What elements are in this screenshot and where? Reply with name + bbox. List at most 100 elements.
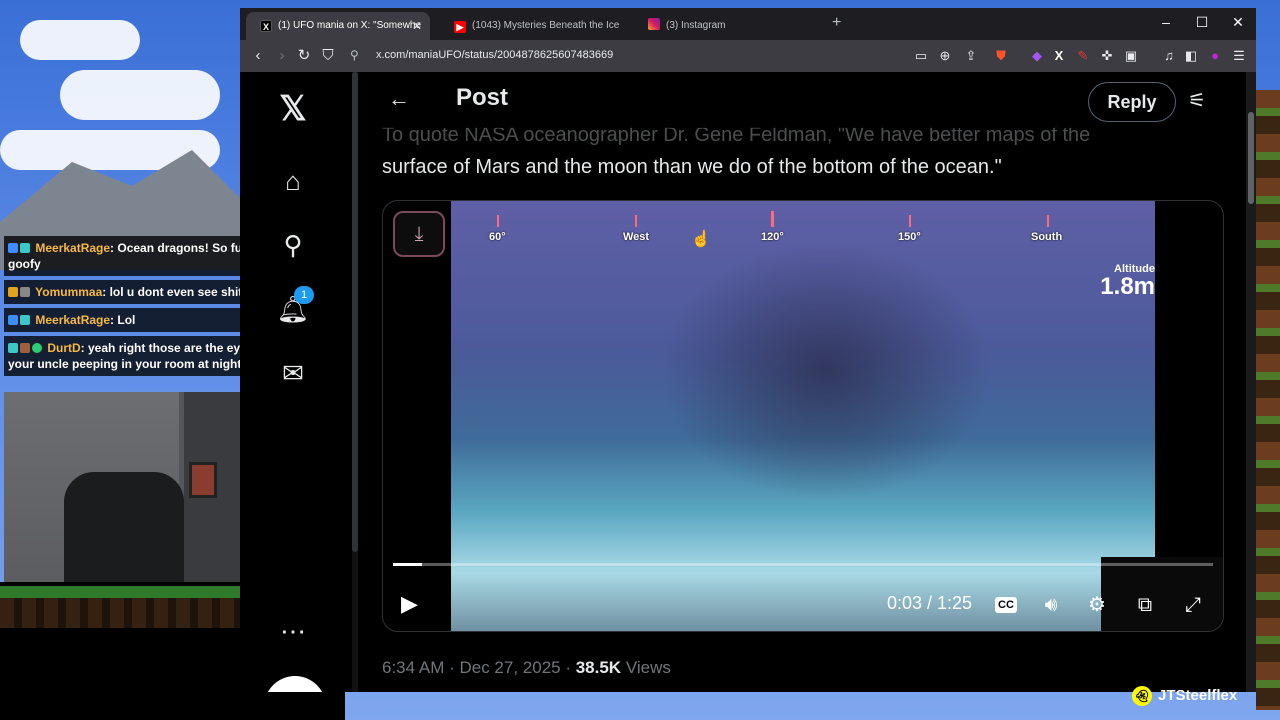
site-info-icon[interactable]: ⚲	[350, 48, 359, 62]
page-title: Post	[456, 84, 509, 111]
music-icon[interactable]: ♫	[1160, 47, 1178, 65]
snapchat-icon: 👻︎	[1132, 686, 1152, 706]
reply-button[interactable]: Reply	[1088, 82, 1176, 122]
menu-icon[interactable]: ☰	[1230, 47, 1248, 65]
url-input[interactable]	[376, 49, 876, 61]
page-scrollbar[interactable]	[1246, 72, 1256, 692]
webcam-chair	[64, 472, 184, 582]
home-icon[interactable]: ⌂	[276, 164, 310, 198]
compass-tick	[909, 215, 911, 227]
youtube-icon: ▶	[454, 21, 466, 33]
chat-message: DurtD: yeah right those are the eyes of …	[4, 336, 280, 376]
cloud	[60, 70, 220, 120]
video-player[interactable]: ⤓ 60° West 120° 150° South Altitude 1.8m…	[382, 200, 1224, 632]
back-icon[interactable]: ‹	[248, 46, 268, 66]
download-icon[interactable]: ⤓	[393, 211, 445, 257]
tab-label: (1) UFO mania on X: "Somewhe	[278, 20, 422, 31]
profile-icon[interactable]: ●	[1206, 47, 1224, 65]
screen-icon[interactable]: ▭	[912, 47, 930, 65]
chat-username: Yomummaa	[35, 285, 103, 299]
badge-icon	[8, 343, 18, 353]
view-count: 38.5K	[575, 658, 622, 677]
post-timestamp[interactable]: 6:34 AM · Dec 27, 2025 ·	[382, 658, 576, 677]
hand-cursor-icon: ☝	[691, 231, 711, 248]
wallet-icon[interactable]: ▣	[1122, 47, 1140, 65]
dark-shape	[661, 241, 991, 501]
game-terrain	[1256, 90, 1280, 710]
post-text: surface of Mars and the moon than we do …	[382, 156, 1002, 178]
instagram-icon	[648, 18, 660, 30]
back-arrow-icon[interactable]: ←	[388, 86, 410, 112]
chat-username: MeerkatRage	[35, 241, 111, 255]
browser-toolbar: ‹ › ↻ ⛉ ⚲ ▭ ⊕ ⇪ ⛊ ◆ X ✎ ✜ ▣ ♫ ◧ ● ☰	[240, 40, 1256, 72]
extension-icon[interactable]: ◆	[1028, 47, 1046, 65]
minimize-icon[interactable]: –	[1158, 14, 1174, 30]
brave-shield-icon[interactable]: ⛊	[992, 47, 1010, 65]
badge-icon	[20, 343, 30, 353]
compass-tick	[635, 215, 637, 227]
x-logo-icon[interactable]: 𝕏	[276, 92, 310, 126]
tab-instagram[interactable]: (3) Instagram	[634, 12, 818, 40]
badge-icon	[8, 243, 18, 253]
chat-message: MeerkatRage: Ocean dragons! So fucking g…	[4, 236, 280, 276]
badge-icon	[8, 315, 18, 325]
messages-icon[interactable]: ✉	[276, 356, 310, 390]
badge-icon	[8, 287, 18, 297]
more-icon[interactable]: ⋯	[276, 614, 310, 648]
tab-label: (3) Instagram	[666, 20, 726, 31]
browser-window: X (1) UFO mania on X: "Somewhe ✕ ▶ (1043) …	[240, 8, 1256, 692]
address-bar[interactable]: ⚲	[340, 44, 900, 68]
streamer-tag: 👻︎ JTSteelflex	[1132, 686, 1237, 706]
x-sidebar: 𝕏 ⌂ ⚲ 🔔︎ 1 ✉ ⋯	[240, 72, 350, 692]
pip-icon[interactable]: ⧉	[1131, 591, 1159, 619]
badge-icon	[20, 287, 30, 297]
new-tab-button[interactable]: +	[832, 14, 841, 32]
extension-icon[interactable]: ✎	[1074, 47, 1092, 65]
filter-icon[interactable]: ⚟	[1188, 88, 1206, 113]
video-frame[interactable]: 60° West 120° 150° South Altitude 1.8m ☝	[451, 201, 1223, 631]
chat-text: : lol u dont even see shit	[102, 285, 243, 299]
sidebar-icon[interactable]: ◧	[1182, 47, 1200, 65]
x-page: 𝕏 ⌂ ⚲ 🔔︎ 1 ✉ ⋯ ← Post Reply ⚟ To quote N…	[240, 72, 1256, 692]
post-column: ← Post Reply ⚟ To quote NASA oceanograph…	[358, 72, 1246, 692]
fullscreen-icon[interactable]: ⤢	[1179, 591, 1207, 619]
tab-x-post[interactable]: X (1) UFO mania on X: "Somewhe ✕	[246, 12, 430, 40]
volume-icon[interactable]: 🔊︎	[1037, 591, 1065, 619]
views-label: Views	[621, 658, 671, 677]
compass-label: 60°	[489, 231, 506, 243]
chat-text: : Lol	[110, 313, 136, 327]
webcam-picture-frame	[189, 462, 217, 498]
reload-icon[interactable]: ↻	[294, 46, 314, 66]
chat-message: MeerkatRage: Lol	[4, 308, 280, 332]
compass-label: 150°	[898, 231, 921, 243]
forward-icon[interactable]: ›	[272, 46, 292, 66]
captions-button[interactable]: CC	[995, 597, 1017, 613]
tab-bar: X (1) UFO mania on X: "Somewhe ✕ ▶ (1043) …	[240, 8, 1256, 40]
streamer-name: JTSteelflex	[1158, 687, 1238, 704]
video-progress-bar[interactable]	[393, 563, 1213, 566]
maximize-icon[interactable]: ☐	[1194, 14, 1210, 31]
settings-gear-icon[interactable]: ⚙	[1083, 591, 1111, 619]
bookmark-icon[interactable]: ⛉	[318, 46, 338, 66]
scrollbar-thumb[interactable]	[1248, 112, 1254, 204]
progress-fill	[393, 563, 422, 566]
chat-username: DurtD	[47, 341, 81, 355]
tab-youtube[interactable]: ▶ (1043) Mysteries Beneath the Ice	[440, 12, 624, 40]
badge-icon	[32, 343, 42, 353]
cloud	[20, 20, 140, 60]
puzzle-icon[interactable]: ✜	[1098, 47, 1116, 65]
zoom-icon[interactable]: ⊕	[936, 47, 954, 65]
x-logo-icon: X	[260, 20, 272, 32]
account-avatar[interactable]	[264, 676, 326, 692]
close-icon[interactable]: ✕	[412, 12, 422, 40]
stream-chat: MeerkatRage: Ocean dragons! So fucking g…	[4, 236, 280, 380]
post-meta: 6:34 AM · Dec 27, 2025 · 38.5K Views	[382, 658, 671, 678]
compass-label: West	[623, 231, 650, 243]
compass-label: 120°	[761, 231, 784, 243]
search-icon[interactable]: ⚲	[276, 228, 310, 262]
play-icon[interactable]: ▶	[401, 591, 418, 617]
window-close-icon[interactable]: ✕	[1230, 14, 1246, 31]
notification-badge: 1	[294, 286, 314, 304]
x-extension-icon[interactable]: X	[1050, 47, 1068, 65]
share-icon[interactable]: ⇪	[962, 47, 980, 65]
